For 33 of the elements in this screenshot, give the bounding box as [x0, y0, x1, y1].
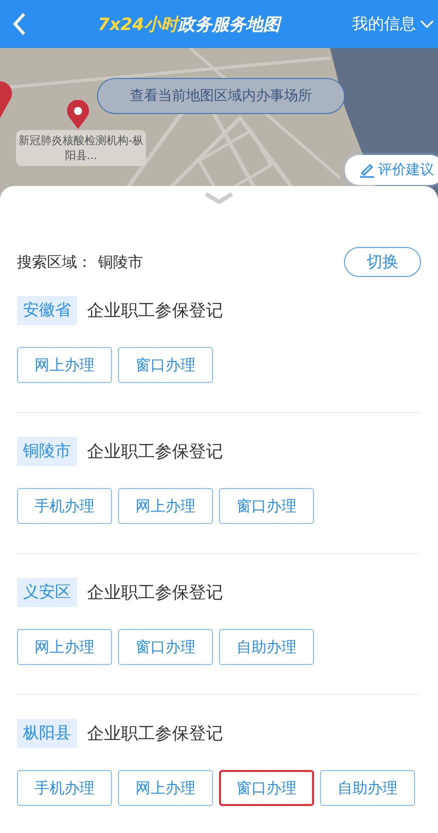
handle-button[interactable]: 网上办理: [17, 347, 112, 383]
caret-icon: [420, 20, 434, 28]
region-tag: 安徽省: [17, 296, 77, 325]
handle-button[interactable]: 自助办理: [320, 770, 415, 806]
search-area-label: 搜索区域：: [17, 252, 92, 272]
search-area-value: 铜陵市: [98, 252, 143, 272]
pen-icon: [359, 162, 375, 178]
map-pin-icon[interactable]: [66, 100, 90, 130]
service-name: 企业职工参保登记: [87, 300, 223, 322]
handle-button[interactable]: 手机办理: [17, 770, 112, 806]
marker-label[interactable]: 新冠肺炎核酸检测机构-枞阳县...: [16, 130, 146, 166]
service-name: 企业职工参保登记: [87, 723, 223, 745]
region-tag: 义安区: [17, 578, 77, 607]
handle-button[interactable]: 窗口办理: [118, 629, 213, 665]
feedback-button[interactable]: 评价建议: [345, 155, 438, 185]
service-name: 企业职工参保登记: [87, 441, 223, 463]
title-text: 政务服务地图: [178, 14, 280, 36]
handle-button[interactable]: 窗口办理: [219, 770, 314, 806]
region-tag: 铜陵市: [17, 437, 77, 466]
back-icon[interactable]: [12, 12, 26, 36]
view-area-button[interactable]: 查看当前地图区域内办事场所: [97, 78, 345, 114]
switch-button[interactable]: 切换: [344, 247, 421, 277]
service-name: 企业职工参保登记: [87, 582, 223, 604]
handle-button[interactable]: 自助办理: [219, 629, 314, 665]
region-tag: 枞阳县: [17, 719, 77, 748]
my-info-menu[interactable]: 我的信息: [352, 14, 438, 34]
handle-button[interactable]: 网上办理: [118, 770, 213, 806]
handle-button[interactable]: 网上办理: [17, 629, 112, 665]
handle-button[interactable]: 窗口办理: [118, 347, 213, 383]
handle-button[interactable]: 网上办理: [118, 488, 213, 524]
handle-button[interactable]: 手机办理: [17, 488, 112, 524]
handle-button[interactable]: 窗口办理: [219, 488, 314, 524]
title-highlight: 7x24小时: [98, 14, 178, 36]
